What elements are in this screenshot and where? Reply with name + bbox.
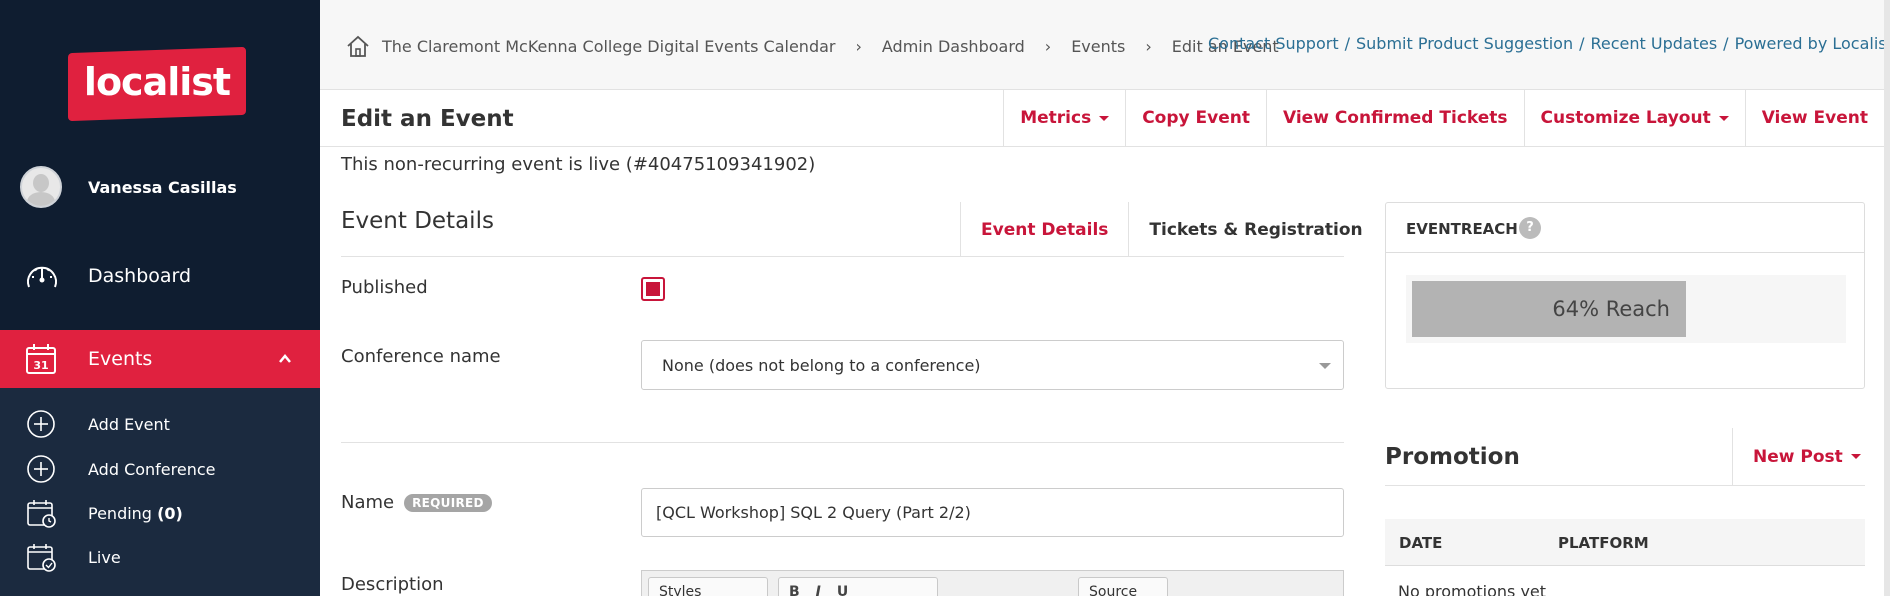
user-name: Vanessa Casillas (88, 177, 237, 197)
reach-bar-track: 64% Reach (1406, 275, 1846, 343)
name-label: Name REQUIRED (341, 492, 492, 513)
view-confirmed-tickets-button[interactable]: View Confirmed Tickets (1265, 90, 1524, 146)
scrollbar[interactable] (1884, 0, 1890, 596)
conference-select[interactable]: None (does not belong to a conference) (641, 340, 1344, 390)
sidebar-item-pending[interactable]: Pending (0) (0, 495, 320, 531)
title-bar: Edit an Event Metrics Copy Event View Co… (320, 90, 1884, 147)
reach-label: 64% Reach (1552, 297, 1670, 321)
localist-logo[interactable]: localist (68, 46, 246, 122)
format-buttons: B I U (778, 577, 938, 596)
calendar-icon: 31 (26, 344, 56, 374)
calendar-clock-icon (27, 500, 56, 528)
sidebar: localist Vanessa Casillas Dashboard 31 E… (0, 0, 320, 596)
breadcrumb-calendar[interactable]: The Claremont McKenna College Digital Ev… (382, 37, 835, 56)
conference-label: Conference name (341, 346, 501, 367)
event-name-input[interactable]: [QCL Workshop] SQL 2 Query (Part 2/2) (641, 488, 1344, 537)
sidebar-item-label: Add Event (88, 414, 170, 434)
sidebar-item-label: Events (88, 348, 153, 370)
plus-circle-icon (27, 410, 55, 438)
sidebar-item-label: Live (88, 547, 121, 567)
customize-layout-button[interactable]: Customize Layout (1523, 90, 1745, 146)
eventreach-title: EVENTREACH (1406, 220, 1518, 238)
user-profile[interactable]: Vanessa Casillas (20, 166, 237, 208)
promotion-title: Promotion (1385, 444, 1520, 470)
help-icon[interactable]: ? (1519, 217, 1541, 239)
new-post-button[interactable]: New Post (1732, 428, 1881, 485)
chevron-up-icon[interactable] (278, 352, 292, 366)
sidebar-item-live[interactable]: Live (0, 539, 320, 575)
powered-by-link[interactable]: Powered by Localist ® (1735, 34, 1890, 53)
caret-down-icon (1718, 115, 1729, 121)
caret-down-icon (1850, 454, 1861, 459)
published-label: Published (341, 277, 428, 298)
submit-suggestion-link[interactable]: Submit Product Suggestion (1356, 34, 1573, 53)
copy-event-button[interactable]: Copy Event (1125, 90, 1266, 146)
caret-down-icon (1099, 115, 1110, 121)
italic-button[interactable]: I (816, 584, 821, 596)
required-badge: REQUIRED (404, 494, 492, 512)
speedometer-icon (27, 266, 57, 288)
divider (341, 442, 1344, 443)
tab-event-details[interactable]: Event Details (960, 202, 1128, 257)
breadcrumb-admin-dashboard[interactable]: Admin Dashboard (882, 37, 1025, 56)
events-submenu: Add Event Add Conference Pending (0) Liv… (0, 388, 320, 596)
breadcrumb-separator: › (1044, 36, 1052, 56)
description-editor-toolbar: Styles B I U Source (641, 570, 1344, 596)
eventreach-panel: EVENTREACH ? 64% Reach (1385, 202, 1865, 389)
sidebar-item-add-event[interactable]: Add Event (0, 406, 320, 442)
calendar-check-icon (27, 544, 56, 572)
breadcrumb-separator: › (1145, 36, 1152, 56)
details-tabs: Event Details Tickets & Registration (960, 202, 1383, 257)
sidebar-item-label: Pending (0) (88, 503, 183, 523)
sidebar-item-add-conference[interactable]: Add Conference (0, 451, 320, 487)
home-icon[interactable] (346, 34, 370, 58)
promotion-empty-text: No promotions yet (1398, 582, 1547, 596)
page-actions: Metrics Copy Event View Confirmed Ticket… (1003, 90, 1884, 146)
contact-support-link[interactable]: Contact Support (1208, 34, 1339, 53)
recent-updates-link[interactable]: Recent Updates (1591, 34, 1718, 53)
source-button[interactable]: Source (1078, 577, 1168, 596)
pending-count: (0) (157, 503, 183, 523)
sidebar-item-events[interactable]: 31 Events (0, 330, 320, 388)
sidebar-item-label: Add Conference (88, 459, 216, 479)
reach-bar-fill: 64% Reach (1412, 281, 1686, 337)
event-details-title: Event Details (341, 208, 494, 234)
dropdown-arrow-icon (1319, 363, 1331, 369)
breadcrumb: The Claremont McKenna College Digital Ev… (346, 34, 1279, 58)
breadcrumb-events[interactable]: Events (1071, 37, 1125, 56)
event-status-text: This non-recurring event is live (#40475… (341, 154, 816, 175)
promotion-table-header: DATE PLATFORM (1385, 519, 1865, 566)
tab-tickets-registration[interactable]: Tickets & Registration (1128, 202, 1382, 257)
description-label: Description (341, 574, 444, 595)
breadcrumb-separator: › (855, 36, 862, 56)
plus-circle-icon (27, 455, 55, 483)
divider (341, 256, 1344, 257)
metrics-button[interactable]: Metrics (1003, 90, 1125, 146)
styles-dropdown[interactable]: Styles (648, 577, 768, 596)
svg-text:31: 31 (33, 359, 48, 372)
sidebar-item-label: Dashboard (88, 265, 192, 287)
sidebar-item-dashboard[interactable]: Dashboard (0, 256, 320, 296)
page-title: Edit an Event (341, 106, 514, 132)
underline-button[interactable]: U (837, 584, 848, 596)
published-checkbox[interactable] (641, 277, 665, 301)
top-header: The Claremont McKenna College Digital Ev… (320, 0, 1890, 90)
column-platform: PLATFORM (1558, 534, 1649, 552)
divider (1385, 485, 1865, 486)
bold-button[interactable]: B (789, 584, 800, 596)
view-event-button[interactable]: View Event (1744, 90, 1884, 146)
column-date: DATE (1399, 534, 1443, 552)
avatar (20, 166, 62, 208)
top-links: Contact Support / Submit Product Suggestio… (1208, 34, 1890, 53)
